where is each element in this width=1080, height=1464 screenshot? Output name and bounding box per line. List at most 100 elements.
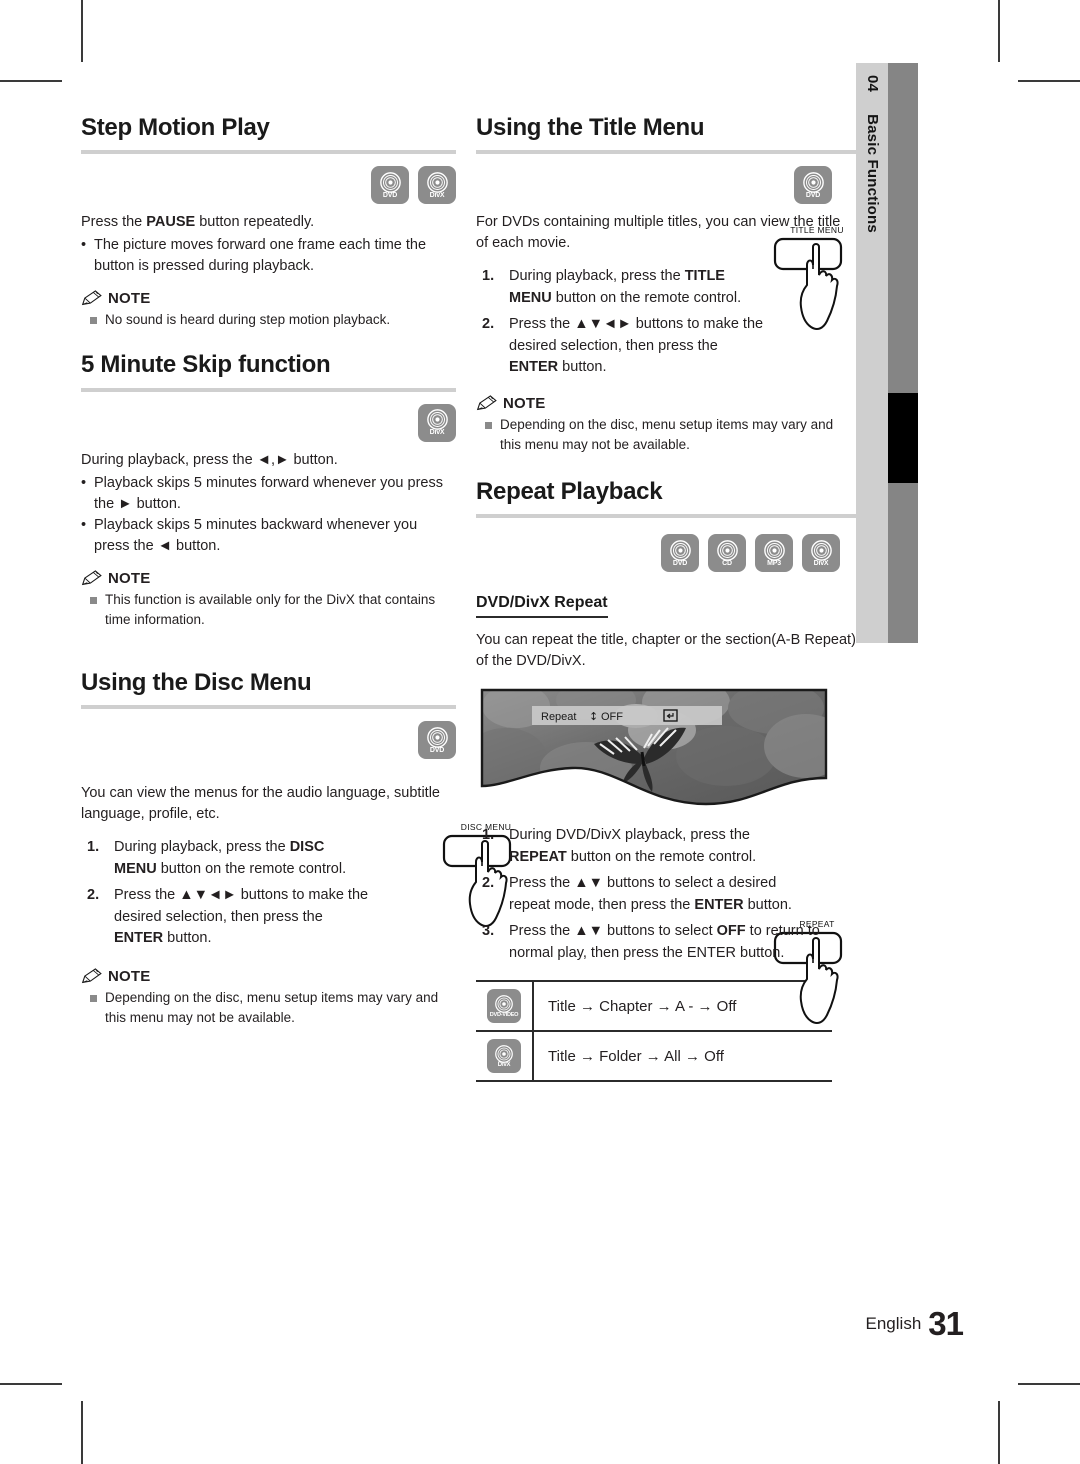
disc-badge-dvd: DVD: [794, 166, 832, 205]
step-pre: Press the ▲▼◄► buttons to make the desir…: [509, 316, 764, 354]
remote-illustration-title-menu: TITLE MENU: [769, 225, 865, 340]
badge-row-step-motion: DVD DivX: [81, 166, 456, 205]
disc-badge-dvd: DVD: [661, 534, 699, 573]
badge-row-five-minute-skip: DivX: [81, 403, 456, 442]
note-block: NOTE This function is available only for…: [81, 570, 456, 630]
disc-badge-cd: CD: [708, 534, 746, 573]
section-five-minute-skip: 5 Minute Skip function DivX During playb…: [81, 352, 456, 629]
badge-row-repeat-playback: DVD CD MP3 DivX: [476, 534, 856, 573]
disc-icon: [495, 994, 513, 1013]
crop-mark-bottom-right-v: [998, 1401, 1000, 1464]
disc-badge-dvd: DVD: [371, 166, 409, 205]
disc-badge-divx: DivX: [802, 534, 840, 573]
disc-badge-dvd: DVD: [418, 721, 456, 760]
heading-rule: [476, 514, 856, 519]
step-bold: ENTER: [114, 930, 164, 947]
note-block: NOTE Depending on the disc, menu setup i…: [476, 395, 856, 455]
badge-label: CD: [722, 559, 732, 567]
crop-mark-bottom-left-v: [81, 1401, 83, 1464]
bullet-list: The picture moves forward one frame each…: [81, 235, 456, 277]
disc-icon: [669, 539, 691, 561]
table-cell-sequence: Title → Folder → All → Off: [533, 1030, 832, 1083]
disc-icon: [802, 172, 824, 193]
step-pre: During DVD/DivX playback, press the: [509, 827, 750, 844]
numbered-steps: 1. During DVD/DivX playback, press the RE…: [476, 825, 856, 964]
step-post: button on the remote control.: [156, 860, 347, 877]
bullet-list: Playback skips 5 minutes forward wheneve…: [81, 473, 456, 557]
page-title-using-title-menu: Using the Title Menu: [476, 114, 705, 141]
intro-paragraph: You can repeat the title, chapter or the…: [476, 632, 856, 670]
note-items: Depending on the disc, menu setup items …: [81, 988, 456, 1028]
note-label: NOTE: [503, 394, 546, 412]
section-step-motion-play: Step Motion Play DVD DivX Press the PAUS…: [81, 114, 456, 330]
list-item: 3. Press the ▲▼ buttons to select OFF to …: [476, 921, 856, 964]
badge-label: DVD: [805, 191, 821, 199]
intro-paragraph: During playback, press the ◄,► button.: [81, 451, 338, 468]
note-item: This function is available only for the …: [81, 590, 456, 630]
left-column: Step Motion Play DVD DivX Press the PAUS…: [81, 114, 512, 1028]
note-label: NOTE: [108, 290, 151, 308]
osd-updown-icon: ↕: [589, 710, 598, 723]
disc-icon: [716, 539, 738, 561]
osd-label: Repeat: [541, 711, 576, 723]
disc-icon: [810, 539, 832, 561]
step-number: 1.: [482, 827, 495, 844]
right-column: Using the Title Menu DVD For DVDs contai…: [476, 114, 856, 1083]
note-header: NOTE: [81, 290, 456, 307]
table-cell-icon: DVD-VIDEO: [476, 980, 534, 1032]
badge-label: MP3: [767, 559, 781, 567]
heading-rule: [81, 387, 456, 392]
step-pre: Press the ▲▼◄► buttons to make the desir…: [114, 887, 369, 925]
list-item: Playback skips 5 minutes forward wheneve…: [81, 473, 456, 515]
heading-rule: [81, 150, 456, 155]
step-number: 1.: [87, 839, 100, 856]
note-label: NOTE: [108, 569, 151, 587]
step-post: button.: [163, 930, 212, 947]
step-number: 2.: [482, 875, 495, 892]
disc-badge-divx: DivX: [418, 403, 456, 442]
remote-button-label: TITLE MENU: [790, 225, 844, 235]
intro-pre: Press the: [81, 214, 147, 231]
heading-rule: [476, 150, 856, 155]
badge-label: DVD: [429, 746, 445, 754]
step-pre: Press the ▲▼ buttons to select: [509, 923, 717, 940]
disc-icon: [495, 1044, 513, 1063]
pencil-icon: [476, 395, 497, 411]
intro-bold: PAUSE: [146, 214, 196, 231]
osd-screen-figure: Repeat ↕ OFF: [476, 686, 832, 811]
osd-value: OFF: [601, 711, 623, 723]
pencil-icon: [81, 569, 102, 585]
pencil-icon: [81, 967, 102, 983]
page-footer: English 31: [81, 1305, 999, 1343]
manual-page: Step Motion Play DVD DivX Press the PAUS…: [81, 80, 999, 1383]
page-title-repeat-playback: Repeat Playback: [476, 477, 663, 505]
disc-badge-divx: DivX: [418, 166, 456, 205]
list-item: 1. During DVD/DivX playback, press the RE…: [476, 825, 809, 868]
note-item: Depending on the disc, menu setup items …: [476, 415, 856, 455]
page-title-five-minute-skip: 5 Minute Skip function: [81, 351, 331, 379]
table-cell-icon: DivX: [476, 1030, 534, 1083]
footer-language: English: [865, 1314, 922, 1333]
list-item: 1. During playback, press the DISC MENU b…: [81, 837, 371, 880]
pencil-icon: [81, 290, 102, 306]
step-number: 2.: [87, 887, 100, 904]
list-item: Playback skips 5 minutes backward whenev…: [81, 515, 456, 557]
note-item: Depending on the disc, menu setup items …: [81, 988, 456, 1028]
disc-icon: [426, 409, 448, 431]
note-item: No sound is heard during step motion pla…: [81, 310, 456, 330]
step-bold: REPEAT: [509, 848, 567, 865]
step-pre: During playback, press the: [114, 839, 290, 856]
badge-label: DVD-VIDEO: [489, 1011, 519, 1018]
hand-pressing-button-icon: [773, 237, 843, 330]
heading-rule: [81, 705, 456, 710]
step-post: button on the remote control.: [566, 848, 757, 865]
badge-label: DVD: [382, 191, 398, 199]
note-header: NOTE: [81, 968, 456, 985]
disc-icon: [379, 172, 401, 193]
crop-mark-bottom-left-h: [0, 1383, 62, 1385]
badge-row-title-menu: DVD: [476, 166, 856, 205]
disc-icon: [426, 172, 448, 193]
crop-mark-top-right-h: [1018, 80, 1080, 82]
note-items: This function is available only for the …: [81, 590, 456, 630]
disc-icon: [426, 726, 448, 748]
